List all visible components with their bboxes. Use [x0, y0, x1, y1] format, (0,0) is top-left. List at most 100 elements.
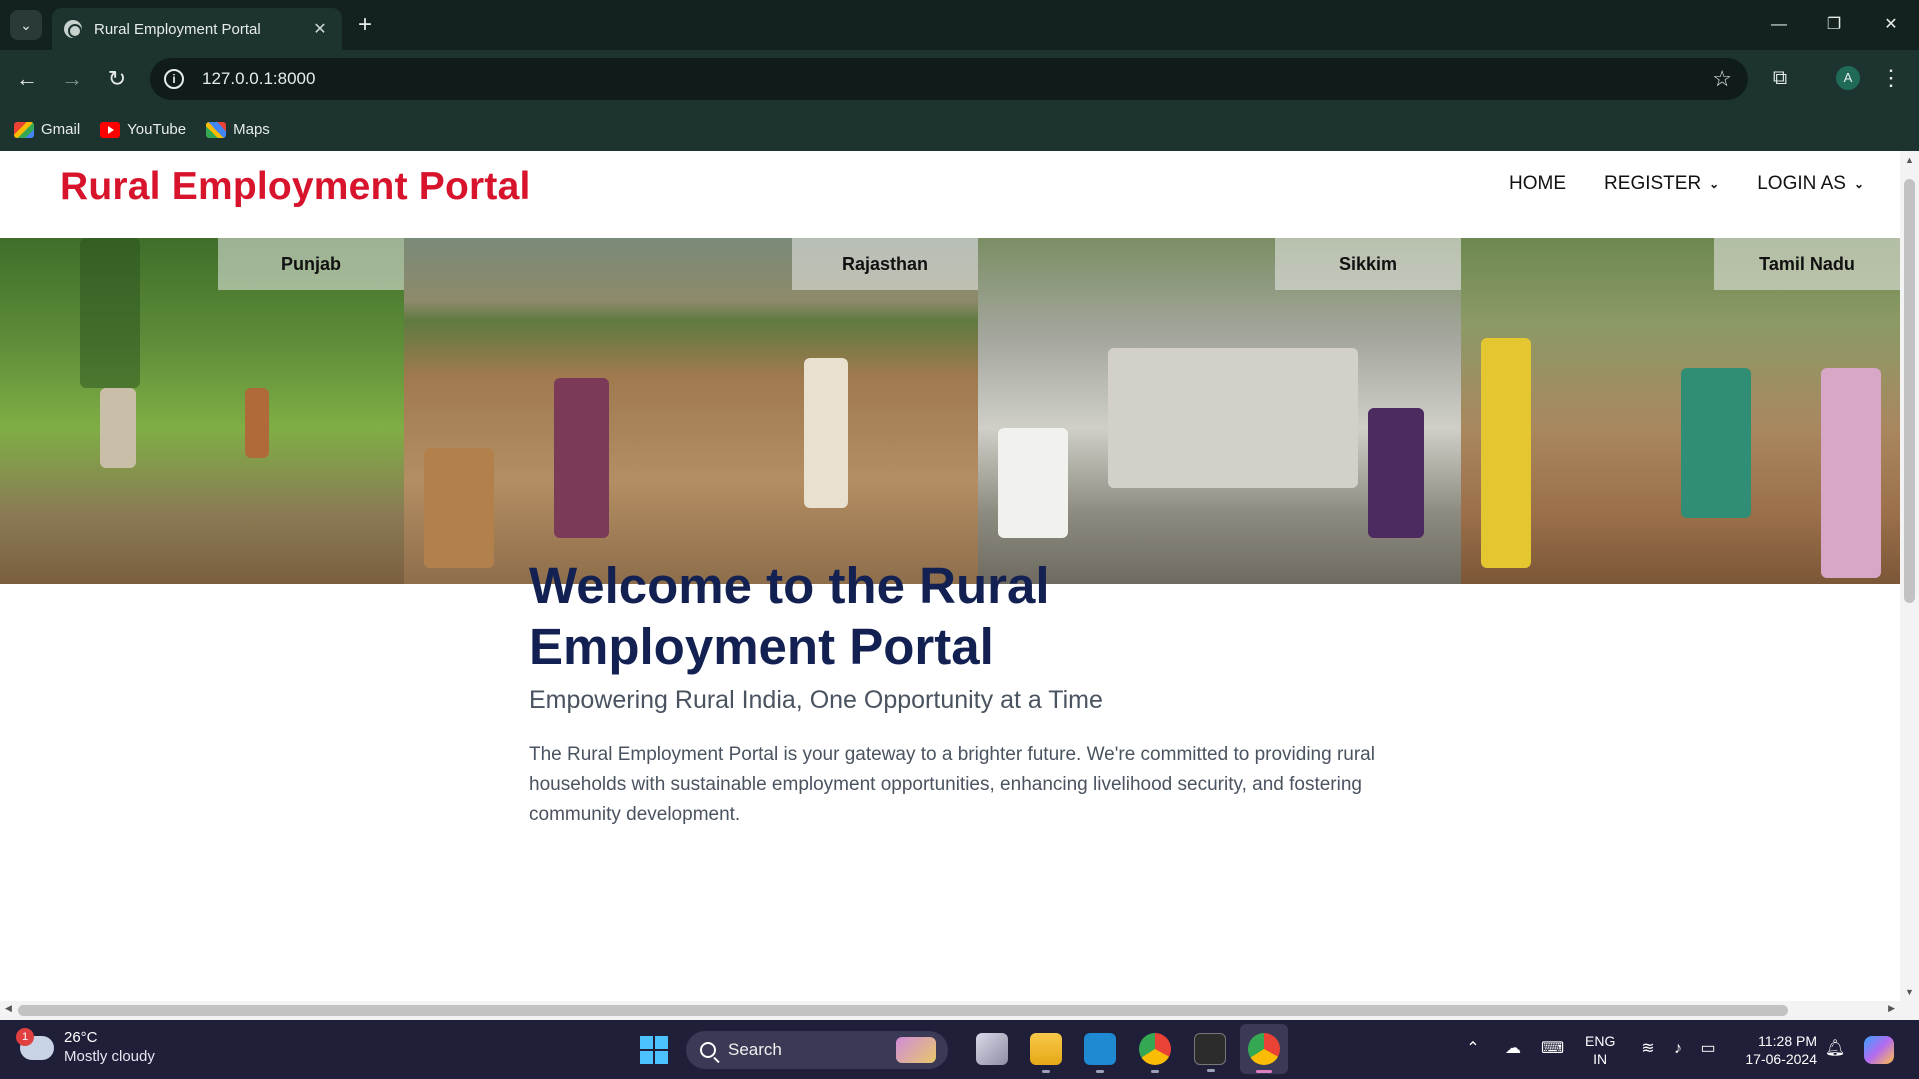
terminal-icon[interactable]: [1194, 1033, 1226, 1072]
maps-icon: [206, 121, 227, 138]
language-indicator[interactable]: ENG IN: [1585, 1032, 1615, 1068]
windows-start-icon[interactable]: [640, 1036, 668, 1064]
vertical-scroll-thumb[interactable]: [1904, 179, 1915, 603]
kebab-menu-icon[interactable]: ⋮: [1880, 64, 1902, 92]
chrome-profile-icon[interactable]: [1248, 1033, 1280, 1073]
worker-figure: [100, 388, 136, 468]
bookmark-youtube[interactable]: YouTube: [100, 121, 186, 138]
keyboard-icon[interactable]: ⌨: [1541, 1039, 1564, 1059]
horizontal-scrollbar[interactable]: ◀ ▶: [0, 1001, 1900, 1020]
banner-photo-sikkim: Sikkim: [978, 238, 1461, 584]
search-highlight-icon: [896, 1037, 936, 1063]
tree-shape: [80, 238, 140, 388]
show-hidden-icons-chevron-icon[interactable]: ⌃: [1462, 1039, 1484, 1059]
extensions-puzzle-icon[interactable]: ⧉: [1766, 64, 1794, 92]
profile-avatar[interactable]: A: [1836, 66, 1860, 90]
wifi-icon[interactable]: ≋: [1637, 1039, 1659, 1059]
state-label-punjab: Punjab: [218, 238, 404, 290]
banner-photo-rajasthan: Rajasthan: [404, 238, 978, 584]
restore-button[interactable]: ❐: [1814, 10, 1854, 40]
new-tab-button[interactable]: +: [352, 12, 378, 38]
worker-figure: [804, 358, 848, 508]
tab-search-dropdown[interactable]: ⌄: [10, 10, 42, 40]
worker-figure: [424, 448, 494, 568]
tab-active[interactable]: Rural Employment Portal ✕: [52, 8, 342, 50]
weather-temperature: 26°C: [64, 1029, 98, 1046]
tab-title: Rural Employment Portal: [94, 20, 261, 38]
bookmark-star-icon[interactable]: ☆: [1712, 66, 1732, 92]
close-tab-icon[interactable]: ✕: [310, 19, 330, 39]
forward-arrow-icon[interactable]: →: [57, 64, 87, 94]
banner-photo-punjab: Punjab: [0, 238, 404, 584]
chrome-icon[interactable]: [1139, 1033, 1171, 1073]
site-header: Rural Employment Portal HOME REGISTER ⌄ L…: [0, 151, 1900, 238]
site-brand[interactable]: Rural Employment Portal: [60, 165, 531, 209]
bookmark-label: Gmail: [41, 121, 81, 138]
notification-bell-icon[interactable]: 🔔︎: [1824, 1039, 1846, 1059]
nav-register-label: REGISTER: [1604, 173, 1702, 194]
main-nav: HOME REGISTER ⌄ LOGIN AS ⌄: [1471, 173, 1864, 195]
nav-register[interactable]: REGISTER ⌄: [1604, 173, 1719, 195]
nav-home-label: HOME: [1509, 173, 1567, 194]
volume-icon[interactable]: ♪: [1667, 1039, 1689, 1059]
clock-time: 11:28 PM: [1758, 1033, 1817, 1049]
browser-toolbar: ← → ↻ i 127.0.0.1:8000 ☆ ⧉ A ⋮: [0, 50, 1919, 108]
reload-icon[interactable]: ↻: [102, 64, 132, 94]
battery-icon[interactable]: ▭: [1697, 1039, 1719, 1059]
task-view-icon[interactable]: [976, 1033, 1008, 1065]
region-code: IN: [1593, 1051, 1608, 1067]
windows-taskbar: 1 26°C Mostly cloudy Search ⌃ ☁ ⌨ ENG IN…: [0, 1020, 1919, 1079]
scroll-down-arrow-icon[interactable]: ▼: [1900, 987, 1919, 997]
bookmark-gmail[interactable]: Gmail: [14, 121, 80, 138]
address-bar[interactable]: i 127.0.0.1:8000 ☆: [150, 58, 1748, 100]
nav-login-as[interactable]: LOGIN AS ⌄: [1757, 173, 1864, 195]
nav-login-label: LOGIN AS: [1757, 173, 1846, 194]
bookmark-label: Maps: [233, 121, 270, 138]
copilot-icon[interactable]: [1864, 1036, 1894, 1064]
banner-photo-tamil-nadu: Tamil Nadu: [1461, 238, 1900, 584]
minimize-button[interactable]: —: [1759, 10, 1799, 40]
language-code: ENG: [1585, 1033, 1616, 1049]
scroll-left-arrow-icon[interactable]: ◀: [5, 1003, 12, 1014]
gmail-icon: [14, 121, 34, 138]
worker-figure: [245, 388, 269, 458]
state-label-tamil-nadu: Tamil Nadu: [1714, 238, 1900, 290]
vscode-icon[interactable]: [1084, 1033, 1116, 1073]
nav-home[interactable]: HOME: [1509, 173, 1566, 195]
scroll-right-arrow-icon[interactable]: ▶: [1888, 1003, 1895, 1014]
horizontal-scroll-thumb[interactable]: [18, 1005, 1788, 1016]
worker-figure: [1681, 368, 1751, 518]
youtube-icon: [100, 121, 121, 138]
url-text[interactable]: 127.0.0.1:8000: [202, 69, 315, 89]
notification-badge: 1: [16, 1028, 34, 1046]
worker-figure: [554, 378, 609, 538]
bookmark-maps[interactable]: Maps: [206, 121, 270, 138]
taskbar-search[interactable]: Search: [686, 1031, 948, 1069]
tab-strip: ⌄ Rural Employment Portal ✕ + — ❐ ✕: [0, 0, 1919, 50]
search-icon: [700, 1042, 716, 1058]
clock-date: 17-06-2024: [1745, 1051, 1817, 1067]
state-label-sikkim: Sikkim: [1275, 238, 1461, 290]
file-explorer-icon[interactable]: [1030, 1033, 1062, 1073]
search-label: Search: [728, 1040, 782, 1059]
worker-figure: [998, 428, 1068, 538]
concrete-tank-shape: [1108, 348, 1358, 488]
welcome-description: The Rural Employment Portal is your gate…: [529, 744, 1375, 825]
weather-widget[interactable]: 1 26°C Mostly cloudy: [16, 1028, 155, 1067]
system-clock[interactable]: 11:28 PM 17-06-2024: [1735, 1032, 1817, 1068]
worker-figure: [1368, 408, 1424, 538]
vertical-scrollbar[interactable]: ▲ ▼: [1900, 151, 1919, 1001]
back-arrow-icon[interactable]: ←: [12, 64, 42, 94]
globe-icon: [64, 20, 82, 38]
site-info-icon[interactable]: i: [164, 69, 184, 89]
welcome-tagline: Empowering Rural India, One Opportunity …: [529, 686, 1103, 714]
worker-figure: [1481, 338, 1531, 568]
page-viewport: Rural Employment Portal HOME REGISTER ⌄ L…: [0, 151, 1900, 1001]
hero-banner: Punjab Rajasthan Sikkim Tamil Nadu: [0, 238, 1900, 584]
onedrive-icon[interactable]: ☁: [1502, 1039, 1524, 1059]
scroll-up-arrow-icon[interactable]: ▲: [1900, 155, 1919, 165]
state-label-rajasthan: Rajasthan: [792, 238, 978, 290]
bookmark-label: YouTube: [127, 121, 187, 138]
bookmarks-bar: Gmail YouTube Maps: [0, 108, 1919, 151]
close-window-button[interactable]: ✕: [1871, 10, 1911, 40]
